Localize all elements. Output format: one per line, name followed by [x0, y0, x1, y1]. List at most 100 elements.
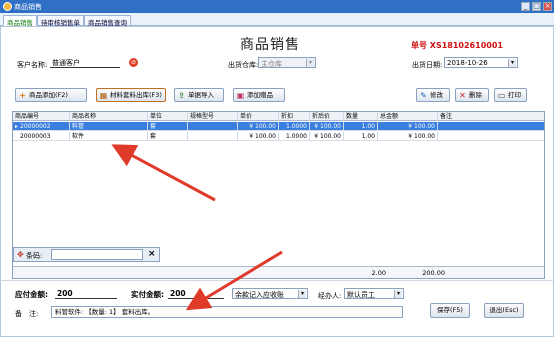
cell-total: ¥ 100.00 [378, 132, 438, 141]
payable-value[interactable]: 200 [55, 289, 117, 299]
payment-method-select[interactable]: 余款记入应收账 ▾ [232, 288, 308, 299]
print-icon: ▭ [497, 91, 506, 100]
add-product-label: 商品添加(F2) [29, 91, 68, 99]
barcode-label: 条码: [26, 252, 43, 260]
cell-code: 20000002 [18, 122, 70, 131]
cell-name: 软件 [70, 132, 148, 141]
payment-method-value: 余款记入应收账 [235, 291, 284, 299]
exit-button[interactable]: 退出(Esc) [484, 303, 524, 318]
paid-label: 实付金额: [131, 290, 164, 299]
tab-sales-query[interactable]: 商品销售查询 [84, 15, 131, 27]
col-code[interactable]: 商品编号 [13, 112, 70, 121]
tab-product-sales[interactable]: 商品销售 [3, 15, 37, 27]
chevron-down-icon[interactable]: ▾ [306, 59, 314, 67]
barcode-panel: ✥ 条码: × [13, 247, 160, 262]
col-total[interactable]: 总金额 [378, 112, 438, 121]
customer-label: 客户名称: [17, 61, 48, 69]
close-icon[interactable]: × [148, 249, 156, 259]
page-title: 商品销售 [240, 37, 300, 53]
cell-discount: 1.0000 [279, 122, 310, 131]
maximize-button[interactable]: □ [532, 2, 541, 11]
cell-price: ¥ 100.00 [238, 132, 279, 141]
barcode-input[interactable] [51, 249, 143, 260]
minimize-button[interactable]: _ [521, 2, 530, 11]
customer-field[interactable]: 普通客户 [50, 57, 120, 68]
save-button[interactable]: 保存(F5) [430, 303, 470, 318]
cell-name: 料管 [70, 122, 148, 131]
cell-disc-price: ¥ 100.00 [310, 132, 344, 141]
table-footer: 2.00 200.00 [13, 266, 544, 278]
delete-icon: ✕ [459, 91, 466, 100]
date-value: 2018-10-26 [447, 59, 488, 67]
add-product-button[interactable]: + 商品添加(F2) [15, 88, 87, 102]
import-label: 单据导入 [188, 91, 214, 99]
edit-icon: ✎ [420, 91, 427, 100]
cell-disc-price: ¥ 100.00 [310, 122, 344, 131]
cell-qty: 1.00 [344, 122, 378, 131]
col-spec[interactable]: 规格型号 [188, 112, 238, 121]
delete-button[interactable]: ✕ 删除 [455, 88, 489, 102]
col-discount[interactable]: 折扣 [279, 112, 310, 121]
cell-discount: 1.0000 [279, 132, 310, 141]
add-icon: + [19, 91, 26, 100]
col-name[interactable]: 商品名称 [70, 112, 148, 121]
remark-label: 备 注: [15, 310, 39, 318]
edit-label: 修改 [430, 91, 443, 99]
order-number-label: 单号 [411, 41, 427, 50]
col-remark[interactable]: 备注 [438, 112, 544, 121]
handler-label: 经办人: [318, 292, 342, 300]
order-number-value: XS18102610001 [429, 41, 503, 50]
table-row[interactable]: ▸ 20000002 料管 套 ¥ 100.00 1.0000 ¥ 100.00… [13, 122, 544, 131]
cell-qty: 1.00 [344, 132, 378, 141]
barcode-icon: ✥ [17, 250, 24, 259]
cell-unit: 套 [148, 132, 188, 141]
material-icon: ▦ [99, 91, 108, 100]
close-button[interactable]: × [543, 2, 552, 11]
cell-code: 20000003 [18, 132, 70, 141]
delete-label: 删除 [469, 91, 482, 99]
add-gift-button[interactable]: ▣ 添加赠品 [233, 88, 285, 102]
material-out-button[interactable]: ▦ 材料套料出库(F3) [96, 88, 166, 102]
customer-lookup-icon[interactable]: ⊘ [129, 58, 138, 67]
material-out-label: 材料套料出库(F3) [110, 91, 162, 99]
window-title: 商品销售 [14, 3, 42, 11]
cell-remark [438, 122, 544, 131]
payable-label: 应付金额: [15, 290, 48, 299]
handler-select[interactable]: 默认员工 ▾ [344, 288, 404, 299]
date-picker[interactable]: 2018-10-26 ▾ [444, 57, 518, 68]
date-label: 出货日期: [412, 61, 443, 69]
table-header: 商品编号 商品名称 单位 规格型号 单价 折扣 折后价 数量 总金额 备注 [13, 112, 544, 121]
tab-pending-review[interactable]: 待审核销售单 [37, 15, 84, 27]
tab-bar: 商品销售 待审核销售单 商品销售查询 [0, 13, 554, 27]
app-icon [3, 2, 12, 11]
order-number: 单号 XS18102610001 [411, 40, 503, 51]
chevron-down-icon[interactable]: ▾ [508, 59, 516, 67]
print-button[interactable]: ▭ 打印 [494, 88, 527, 102]
cell-spec [188, 132, 238, 141]
title-bar: 商品销售 _ □ × [0, 0, 554, 13]
import-icon: ⇪ [178, 91, 185, 100]
paid-value[interactable]: 200 [168, 289, 224, 299]
footer-amount-total: 200.00 [422, 269, 445, 277]
add-gift-label: 添加赠品 [247, 91, 273, 99]
col-price[interactable]: 单价 [238, 112, 279, 121]
cell-spec [188, 122, 238, 131]
remark-input[interactable]: 料管软件: 【数量: 1】 套料出库。 [51, 306, 403, 318]
table-row[interactable]: 20000003 软件 套 ¥ 100.00 1.0000 ¥ 100.00 1… [13, 132, 544, 141]
col-unit[interactable]: 单位 [148, 112, 188, 121]
chevron-down-icon[interactable]: ▾ [298, 290, 306, 298]
import-button[interactable]: ⇪ 单据导入 [174, 88, 224, 102]
cell-total: ¥ 100.00 [378, 122, 438, 131]
cell-unit: 套 [148, 122, 188, 131]
warehouse-label: 出货仓库: [228, 61, 259, 69]
warehouse-select[interactable]: 主仓库 ▾ [258, 57, 316, 68]
gift-icon: ▣ [236, 91, 245, 100]
print-label: 打印 [508, 91, 521, 99]
handler-value: 默认员工 [347, 291, 375, 299]
warehouse-value: 主仓库 [261, 60, 282, 68]
col-disc-price[interactable]: 折后价 [310, 112, 344, 121]
col-qty[interactable]: 数量 [344, 112, 378, 121]
chevron-down-icon[interactable]: ▾ [394, 290, 402, 298]
divider [0, 280, 554, 281]
edit-button[interactable]: ✎ 修改 [416, 88, 450, 102]
